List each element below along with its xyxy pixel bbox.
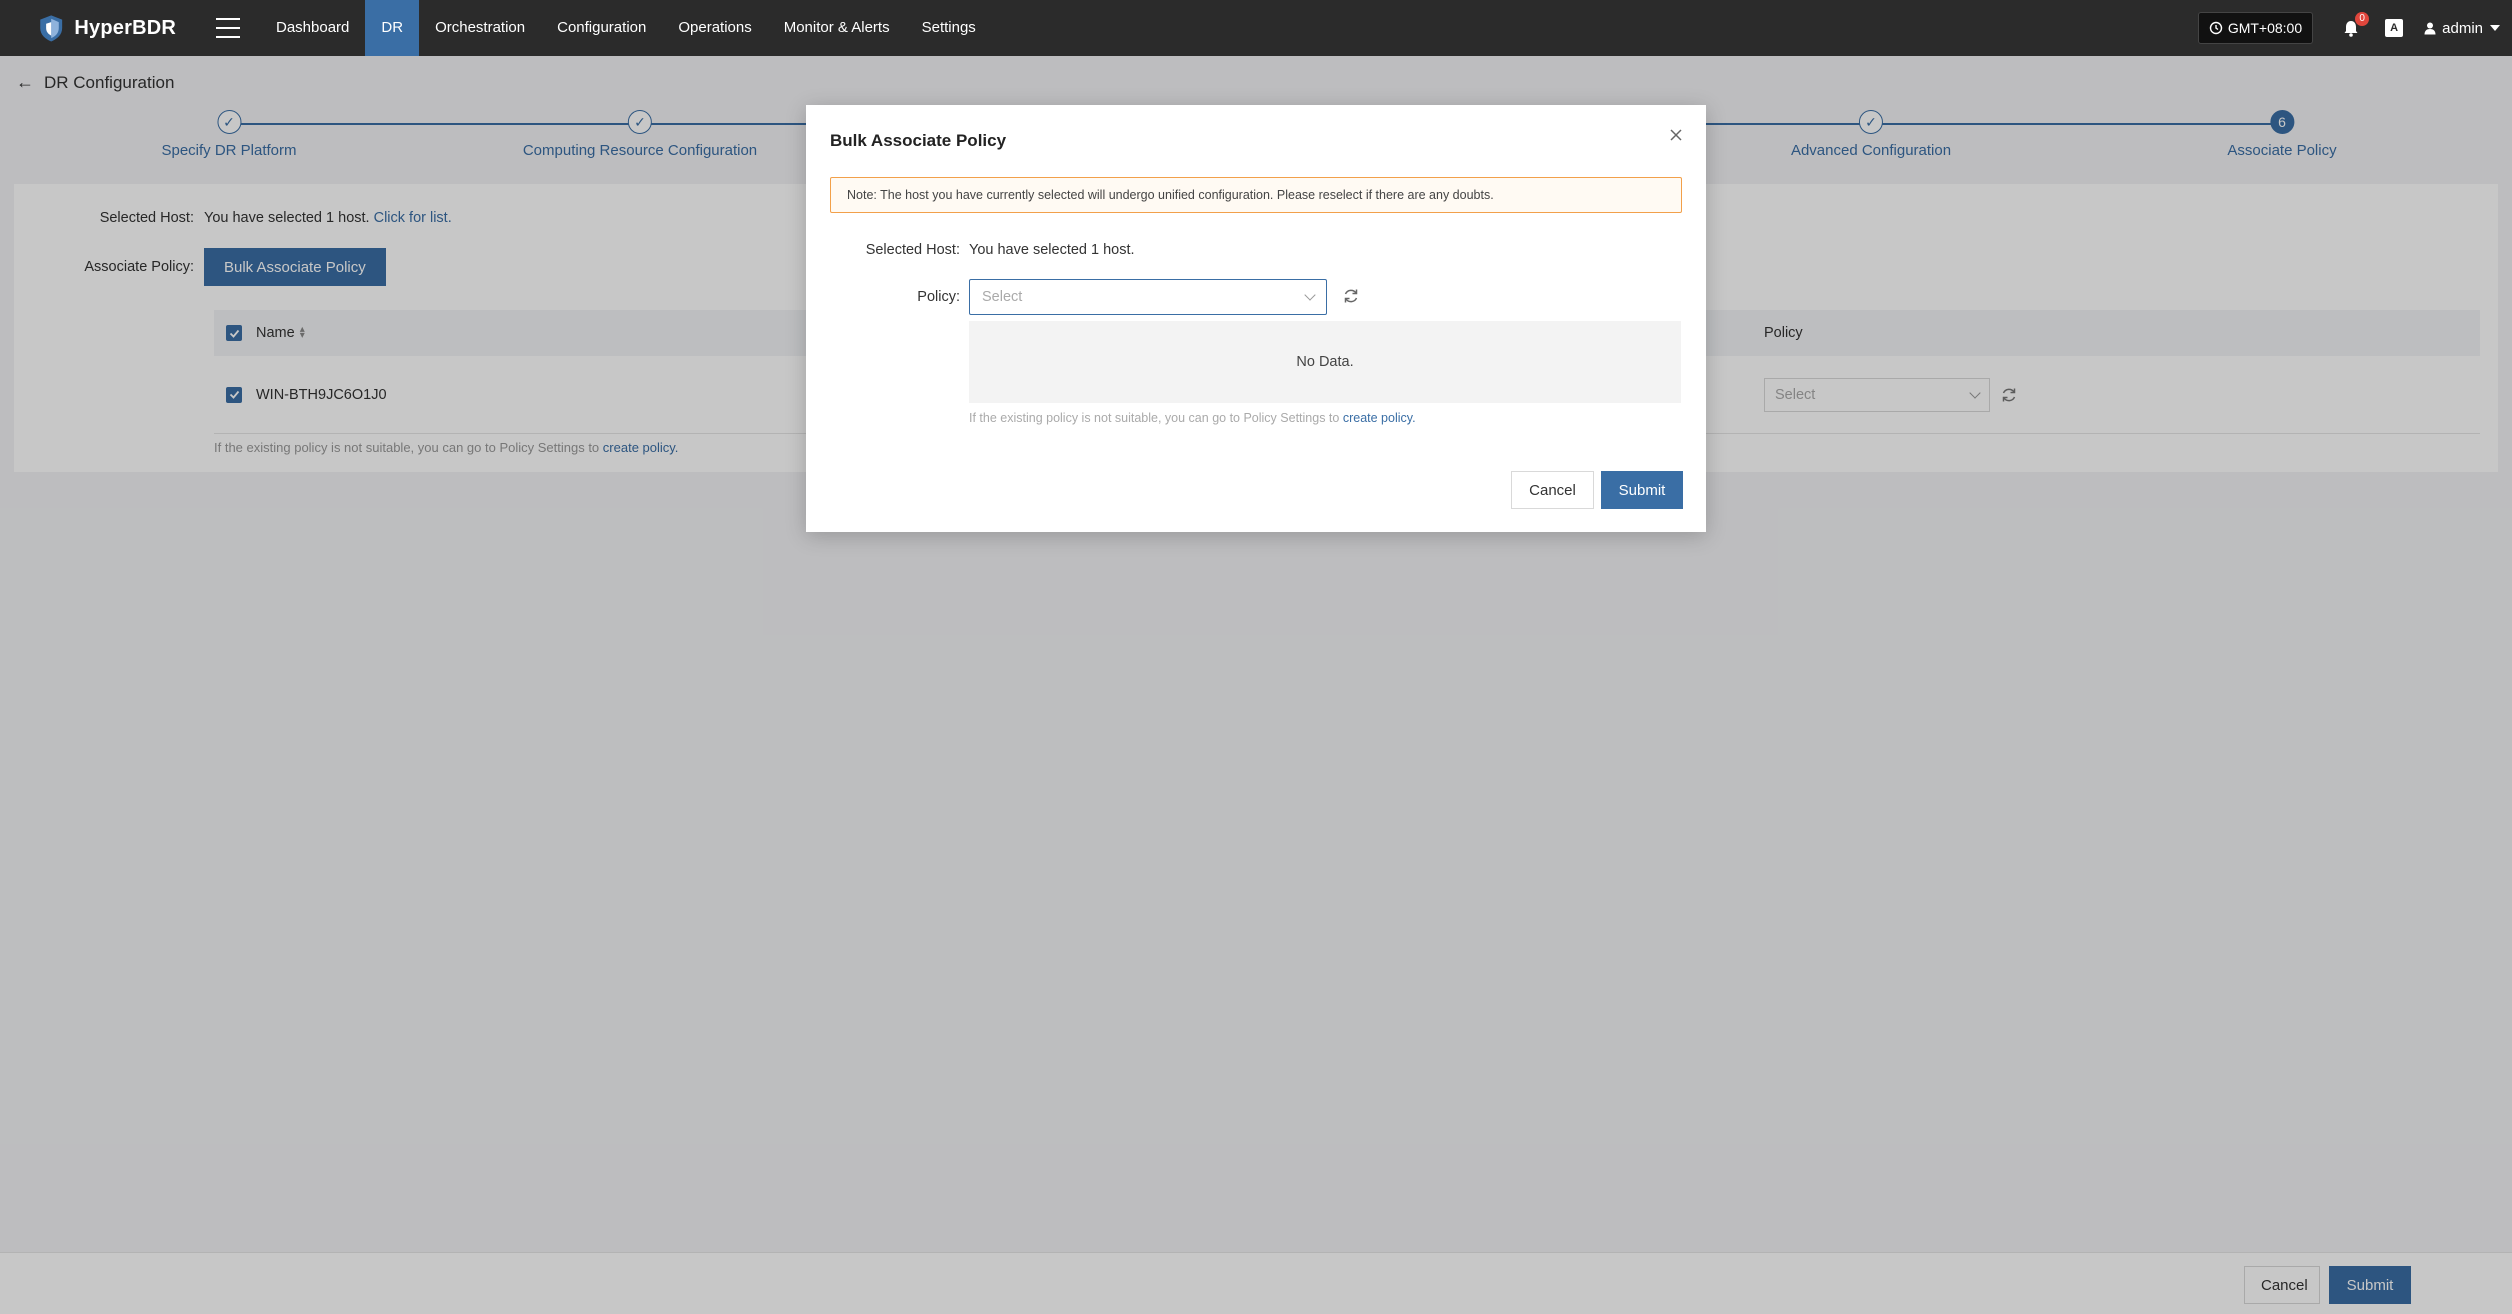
timezone-label: GMT+08:00 xyxy=(2227,20,2303,36)
main-nav: Dashboard DR Orchestration Configuration… xyxy=(260,0,992,56)
nav-monitor-alerts[interactable]: Monitor & Alerts xyxy=(768,0,906,56)
close-icon[interactable] xyxy=(1668,127,1684,143)
timezone-display[interactable]: GMT+08:00 xyxy=(2197,12,2314,44)
modal-policy-placeholder: Select xyxy=(982,289,1023,305)
user-menu[interactable]: admin xyxy=(2423,20,2500,37)
user-icon xyxy=(2424,22,2436,35)
nav-orchestration[interactable]: Orchestration xyxy=(419,0,541,56)
modal-policy-select[interactable]: Select xyxy=(969,279,1327,315)
warning-note: Note: The host you have currently select… xyxy=(830,177,1682,213)
modal-cancel-button[interactable]: Cancel xyxy=(1511,471,1594,509)
top-navbar: HyperBDR Dashboard DR Orchestration Conf… xyxy=(0,0,2512,56)
shield-logo-icon xyxy=(40,15,63,42)
notification-badge: 0 xyxy=(2355,12,2370,26)
app-logo[interactable]: HyperBDR xyxy=(36,10,176,46)
modal-policy-label: Policy: xyxy=(917,289,960,305)
hamburger-icon[interactable] xyxy=(216,18,240,38)
nav-settings[interactable]: Settings xyxy=(906,0,992,56)
modal-hint-text: If the existing policy is not suitable, … xyxy=(969,411,1340,425)
modal-submit-button[interactable]: Submit xyxy=(1601,471,1683,509)
modal-selected-host-value: You have selected 1 host. xyxy=(969,242,1135,258)
refresh-icon[interactable] xyxy=(1342,287,1360,305)
nav-operations[interactable]: Operations xyxy=(662,0,767,56)
modal-create-policy-link[interactable]: create policy. xyxy=(1343,411,1416,425)
clock-icon xyxy=(2209,21,2223,35)
modal-selected-host-label: Selected Host: xyxy=(865,242,960,258)
policy-dropdown-empty: No Data. xyxy=(969,321,1681,403)
nav-dr[interactable]: DR xyxy=(365,0,420,56)
modal-create-policy-hint: If the existing policy is not suitable, … xyxy=(969,411,1416,425)
bulk-associate-policy-modal: Bulk Associate Policy Note: The host you… xyxy=(806,105,1706,532)
modal-title: Bulk Associate Policy xyxy=(830,131,1007,150)
username: admin xyxy=(2442,19,2483,37)
language-icon[interactable]: A xyxy=(2385,19,2404,37)
chevron-down-icon xyxy=(1304,289,1316,301)
chevron-down-icon xyxy=(2490,25,2500,31)
nav-configuration[interactable]: Configuration xyxy=(541,0,662,56)
notifications[interactable]: 0 xyxy=(2341,12,2370,38)
app-name: HyperBDR xyxy=(74,16,176,39)
nav-dashboard[interactable]: Dashboard xyxy=(260,0,365,56)
